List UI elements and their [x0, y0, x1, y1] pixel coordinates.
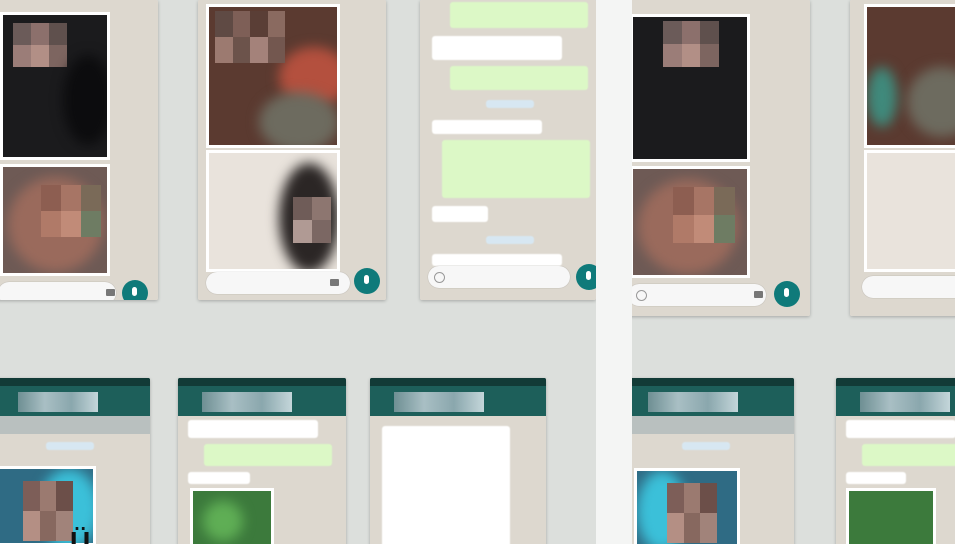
pixelated-face: [23, 481, 73, 541]
emoji-icon[interactable]: [434, 272, 445, 283]
emoji-icon[interactable]: [636, 290, 647, 301]
pixelated-face: [215, 11, 285, 63]
blurred-photo: [864, 150, 955, 272]
pixelated-contact-name: [648, 392, 738, 412]
chat-screen-photos-1: [0, 0, 158, 300]
right-collage: [632, 0, 955, 544]
chat-screen-photos-2: [198, 0, 386, 300]
tab-strip: [0, 416, 150, 434]
chat-screen-text: [420, 0, 596, 300]
message-bubble-outgoing: [450, 2, 588, 28]
message-bubble-incoming: [432, 254, 562, 266]
mic-icon[interactable]: [576, 264, 596, 290]
pixelated-contact-name: [202, 392, 292, 412]
date-separator: [486, 236, 534, 244]
date-separator: [682, 442, 730, 450]
blurred-photo: [206, 150, 340, 272]
blurred-photo: [634, 468, 740, 544]
blurred-photo: [864, 4, 955, 148]
message-input-bar[interactable]: [632, 284, 766, 306]
pixelated-face: [293, 197, 331, 243]
blurred-photo: [0, 12, 110, 160]
date-separator: [486, 100, 534, 108]
message-bubble-outgoing: [862, 444, 955, 466]
pixelated-face: [667, 483, 717, 543]
message-input-bar[interactable]: [428, 266, 570, 288]
message-bubble-incoming: [432, 36, 562, 60]
panel-divider: [596, 0, 632, 544]
date-separator: [46, 442, 94, 450]
tab-strip: [632, 416, 794, 434]
message-bubble-incoming: [846, 472, 906, 484]
blurred-photo: [632, 166, 750, 278]
chat-screen-bottom-1: [632, 378, 794, 544]
message-bubble-incoming: [188, 420, 318, 438]
message-bubble-outgoing: [442, 140, 590, 198]
blurred-photo: [190, 488, 274, 544]
camera-icon[interactable]: [106, 289, 115, 296]
pixelated-face: [13, 23, 67, 67]
message-bubble-outgoing: [204, 444, 332, 466]
chat-screen-photos-2: [850, 0, 955, 316]
blurred-photo: [0, 164, 110, 276]
chat-screen-bottom-1: [0, 378, 150, 544]
pixelated-face: [663, 21, 719, 67]
chat-screen-bottom-2: [836, 378, 955, 544]
mic-icon[interactable]: [122, 280, 148, 300]
message-bubble-incoming: [188, 472, 250, 484]
message-input-bar[interactable]: [206, 272, 350, 294]
message-bubble-outgoing: [450, 66, 588, 90]
camera-icon[interactable]: [330, 279, 339, 286]
mic-icon[interactable]: [354, 268, 380, 294]
chat-screen-photos-1: [632, 0, 810, 316]
left-collage: Ü: [0, 0, 596, 544]
pixelated-contact-name: [394, 392, 484, 412]
message-bubble-incoming: [432, 206, 488, 222]
camera-icon[interactable]: [754, 291, 763, 298]
message-bubble-incoming: [846, 420, 955, 438]
chat-screen-bottom-3: [370, 378, 546, 544]
pixelated-contact-name: [860, 392, 950, 412]
blurred-photo: [846, 488, 936, 544]
caption-glyph: Ü: [70, 526, 91, 544]
blurred-photo: [206, 4, 340, 148]
mic-icon[interactable]: [774, 281, 800, 307]
pixelated-contact-name: [18, 392, 98, 412]
message-bubble-incoming: [382, 426, 510, 544]
message-input-bar[interactable]: [862, 276, 955, 298]
pixelated-face: [41, 185, 101, 237]
pixelated-face: [673, 187, 735, 243]
message-input-bar[interactable]: [0, 282, 116, 300]
chat-screen-bottom-2: [178, 378, 346, 544]
blurred-photo: [632, 14, 750, 162]
message-bubble-incoming: [432, 120, 542, 134]
